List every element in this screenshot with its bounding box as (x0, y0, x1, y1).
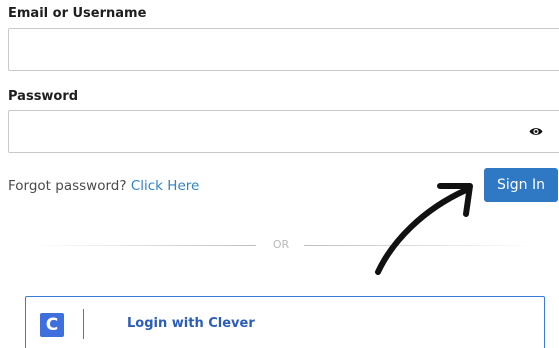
arrow-icon (375, 183, 473, 275)
login-with-clever-button[interactable]: C Login with Clever (25, 296, 545, 348)
email-field[interactable] (8, 28, 559, 71)
login-page: Email or Username Password Forgot passwo… (0, 0, 559, 348)
forgot-password-text: Forgot password? (8, 178, 127, 194)
email-label: Email or Username (8, 6, 147, 21)
clever-separator (83, 309, 84, 339)
forgot-password: Forgot password? Click Here (8, 178, 199, 194)
password-label: Password (8, 89, 79, 104)
or-text: OR (272, 238, 290, 251)
eye-icon[interactable] (529, 126, 543, 137)
password-field[interactable] (8, 110, 559, 153)
sign-in-button[interactable]: Sign In (484, 168, 558, 202)
clever-logo-icon: C (40, 313, 64, 337)
clever-label: Login with Clever (127, 316, 255, 331)
divider-line-left (36, 245, 256, 246)
forgot-password-link[interactable]: Click Here (131, 178, 199, 194)
